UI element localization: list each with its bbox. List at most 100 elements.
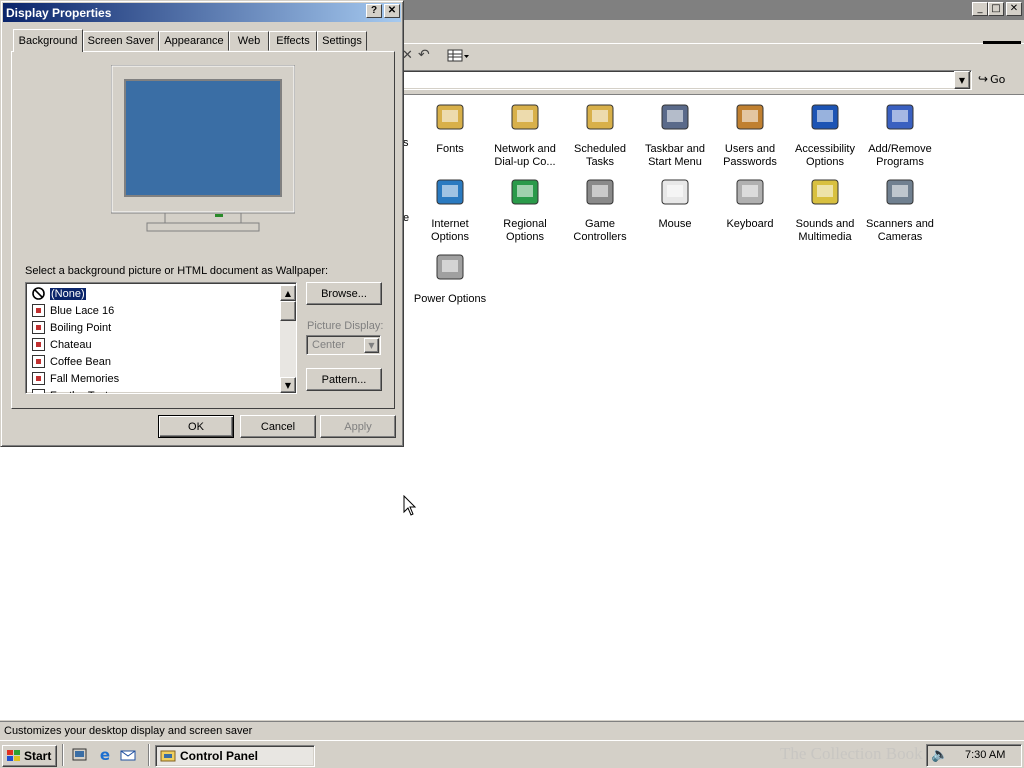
ok-label: OK: [188, 420, 204, 433]
control-panel-item-label: Regional Options: [503, 218, 547, 243]
wallpaper-list[interactable]: (None) Blue Lace 16 Boiling Point Chateau Co…: [25, 282, 297, 394]
tab-effects[interactable]: Effects: [269, 31, 317, 51]
control-panel-item[interactable]: Sounds and Multimedia: [786, 170, 864, 244]
scroll-thumb[interactable]: [280, 301, 296, 321]
control-panel-item[interactable]: Game Controllers: [561, 170, 639, 244]
outlook-express-icon[interactable]: [120, 747, 136, 763]
browse-button[interactable]: Browse...: [306, 282, 382, 305]
scroll-up-button[interactable]: ▲: [280, 285, 296, 301]
internet-explorer-icon[interactable]: e: [96, 746, 114, 764]
control-panel-item-label: Scanners and Cameras: [866, 218, 934, 243]
pattern-label: Pattern...: [321, 373, 367, 386]
monitor-preview: [110, 64, 296, 235]
chevron-down-icon[interactable]: ▼: [364, 338, 379, 353]
control-panel-item[interactable]: Internet Options: [411, 170, 489, 244]
wallpaper-name: Coffee Bean: [50, 355, 111, 368]
restore-button[interactable]: □: [988, 2, 1004, 16]
game-controllers-icon: [583, 176, 617, 210]
go-button[interactable]: ↪ Go: [978, 72, 1005, 86]
control-panel-item[interactable]: Add/Remove Programs: [861, 95, 939, 169]
control-panel-item[interactable]: Mouse: [636, 170, 714, 231]
scanners-and-cameras-icon: [883, 176, 917, 210]
display-properties-dialog: Display Properties ? ✕ Background Screen…: [0, 0, 404, 447]
control-panel-item[interactable]: Regional Options: [486, 170, 564, 244]
control-panel-item[interactable]: Users and Passwords: [711, 95, 789, 169]
tab-screen-saver[interactable]: Screen Saver: [83, 31, 159, 51]
pattern-button[interactable]: Pattern...: [306, 368, 382, 391]
picture-display-select[interactable]: Center ▼: [306, 335, 381, 355]
views-icon[interactable]: [446, 48, 470, 64]
power-options-icon: [433, 251, 467, 285]
users-and-passwords-icon: [733, 101, 767, 135]
scroll-down-button[interactable]: ▼: [280, 377, 296, 393]
tab-label: Appearance: [164, 35, 224, 47]
regional-options-icon: [508, 176, 542, 210]
control-panel-icon: [160, 749, 176, 763]
control-panel-item[interactable]: Scheduled Tasks: [561, 95, 639, 169]
wallpaper-list-item[interactable]: Blue Lace 16: [28, 302, 280, 319]
clock[interactable]: 7:30 AM: [965, 749, 1005, 761]
wallpaper-list-item[interactable]: Fall Memories: [28, 370, 280, 387]
image-file-icon: [32, 372, 45, 385]
tab-label: Background: [18, 35, 78, 47]
wallpaper-list-item[interactable]: Boiling Point: [28, 319, 280, 336]
picture-display-label: Picture Display:: [307, 320, 384, 332]
watermark-text: The Collection Book: [780, 744, 923, 763]
image-file-icon: [32, 389, 45, 393]
control-panel-item-label: Game Controllers: [573, 218, 627, 243]
control-panel-item[interactable]: Accessibility Options: [786, 95, 864, 169]
image-file-icon: [32, 321, 45, 334]
control-panel-item[interactable]: Fonts: [411, 95, 489, 156]
volume-icon[interactable]: 🔈: [931, 747, 948, 763]
tab-label: Web: [237, 35, 261, 47]
control-panel-item-label: Users and Passwords: [723, 143, 777, 168]
network-and-dial-up-co-icon: [508, 101, 542, 135]
task-label: Control Panel: [180, 749, 259, 763]
wallpaper-scrollbar[interactable]: ▲ ▼: [280, 285, 296, 393]
task-control-panel[interactable]: Control Panel: [155, 745, 315, 767]
control-panel-item[interactable]: Keyboard: [711, 170, 789, 231]
wallpaper-name: (None): [49, 286, 87, 301]
keyboard-icon: [733, 176, 767, 210]
fonts-icon: [433, 101, 467, 135]
mouse-cursor-icon: [403, 494, 417, 517]
help-button[interactable]: ?: [366, 4, 382, 18]
address-dropdown-button[interactable]: ▼: [954, 71, 970, 89]
dialog-title-bar[interactable]: Display Properties ? ✕: [3, 3, 401, 22]
start-button[interactable]: Start: [2, 745, 57, 767]
sounds-and-multimedia-icon: [808, 176, 842, 210]
wallpaper-list-item[interactable]: Chateau: [28, 336, 280, 353]
close-button[interactable]: ✕: [1006, 2, 1022, 16]
wallpaper-list-item[interactable]: Coffee Bean: [28, 353, 280, 370]
image-file-icon: [32, 355, 45, 368]
address-field[interactable]: [400, 70, 972, 90]
control-panel-item-label: Fonts: [436, 143, 464, 155]
minimize-button[interactable]: _: [972, 2, 988, 16]
go-arrow-icon: ↪: [978, 72, 989, 86]
control-panel-item[interactable]: Power Options: [411, 245, 489, 306]
apply-label: Apply: [344, 420, 372, 433]
wallpaper-label: Select a background picture or HTML docu…: [25, 265, 329, 277]
dialog-close-button[interactable]: ✕: [384, 4, 400, 18]
mouse-icon: [658, 176, 692, 210]
wallpaper-list-item[interactable]: (None): [28, 285, 280, 302]
control-panel-item[interactable]: Taskbar and Start Menu: [636, 95, 714, 169]
ok-button[interactable]: OK: [158, 415, 234, 438]
control-panel-item[interactable]: Network and Dial-up Co...: [486, 95, 564, 169]
show-desktop-icon[interactable]: [72, 747, 88, 763]
wallpaper-name: FeatherTexture: [50, 390, 124, 394]
taskbar: Start e Control Panel The Collection Boo…: [0, 740, 1024, 768]
cancel-button[interactable]: Cancel: [240, 415, 316, 438]
undo-icon[interactable]: ↶: [418, 47, 430, 63]
wallpaper-list-item[interactable]: FeatherTexture: [28, 387, 280, 393]
control-panel-item[interactable]: Scanners and Cameras: [861, 170, 939, 244]
tab-settings[interactable]: Settings: [317, 31, 367, 51]
tab-label: Settings: [322, 35, 362, 47]
control-panel-item-label: Add/Remove Programs: [868, 143, 932, 168]
apply-button[interactable]: Apply: [320, 415, 396, 438]
none-icon: [32, 287, 45, 300]
tab-appearance[interactable]: Appearance: [159, 31, 229, 51]
tab-background[interactable]: Background: [13, 29, 83, 52]
tab-web[interactable]: Web: [229, 31, 269, 51]
add-remove-programs-icon: [883, 101, 917, 135]
